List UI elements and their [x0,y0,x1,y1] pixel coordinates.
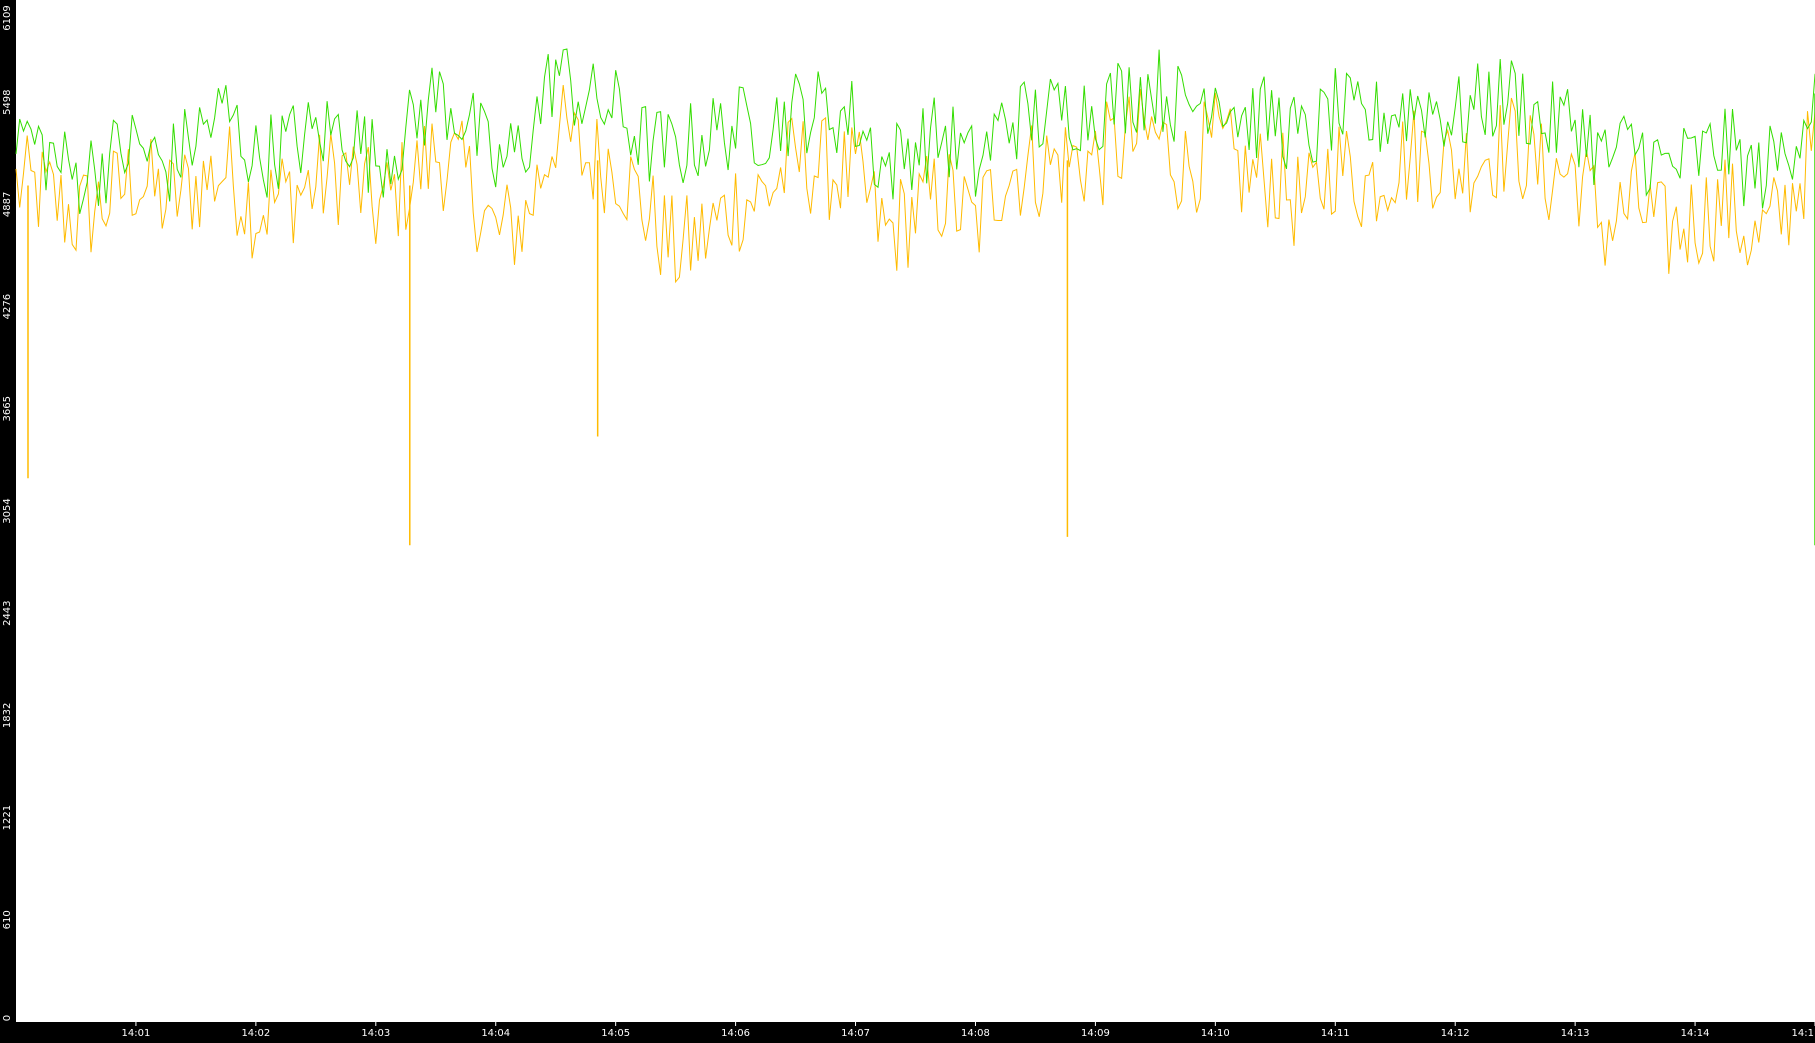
x-tick-label: 14:02 [241,1028,270,1039]
y-tick-label: 3054 [2,498,13,523]
x-tick-label: 14:14 [1681,1028,1710,1039]
x-tick-label: 14:1 [1792,1028,1814,1039]
x-tick-label: 14:06 [721,1028,750,1039]
x-tick-label: 14:12 [1441,1028,1470,1039]
x-tick-label: 14:04 [481,1028,510,1039]
y-tick-label: 4887 [2,192,13,217]
y-tick-label: 5498 [2,89,13,114]
x-tick-label: 14:10 [1201,1028,1230,1039]
y-tick-label: 1221 [2,805,13,830]
x-tick-label: 14:13 [1561,1028,1590,1039]
x-tick-label: 14:11 [1321,1028,1350,1039]
x-tick-label: 14:08 [961,1028,990,1039]
y-tick-label: 4276 [2,294,13,319]
y-tick-label: 6109 [2,5,13,30]
x-tick-label: 14:03 [361,1028,390,1039]
x-tick-label: 14:01 [122,1028,151,1039]
x-tick-label: 14:07 [841,1028,870,1039]
chart-svg: 0 610 1221 1832 2443 3054 3665 4276 4887 5498 6109… [2,0,1815,1039]
y-tick-label: 2443 [2,600,13,625]
y-tick-label: 0 [2,1015,13,1021]
line-chart: 0 610 1221 1832 2443 3054 3665 4276 4887 5498 6109… [0,0,1815,1039]
x-tick-label: 14:05 [601,1028,630,1039]
x-tick-label: 14:09 [1081,1028,1110,1039]
y-tick-label: 610 [2,910,13,929]
y-tick-label: 1832 [2,703,13,728]
plot-area [16,0,1815,1022]
y-tick-label: 3665 [2,396,13,421]
